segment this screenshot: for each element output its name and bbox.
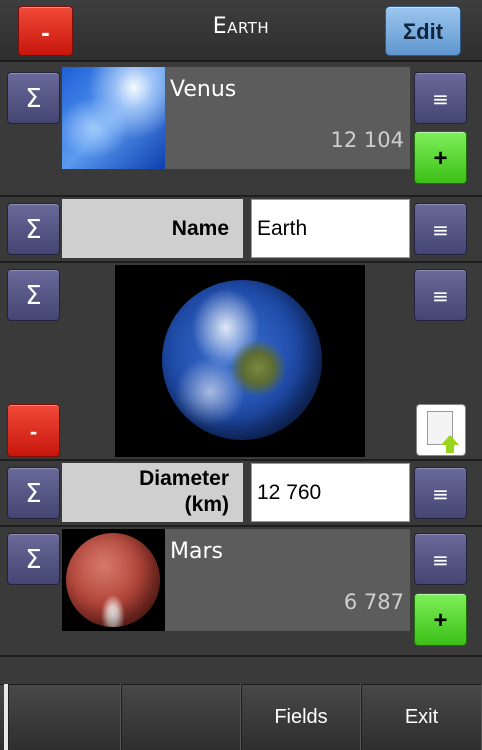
sigma-button[interactable]: Σ bbox=[7, 467, 60, 519]
divider bbox=[0, 655, 482, 657]
menu-button[interactable]: ≡ bbox=[414, 467, 467, 519]
diameter-label: Diameter (km) bbox=[62, 463, 243, 522]
upload-arrow-stem bbox=[446, 445, 454, 453]
tab-1[interactable] bbox=[8, 684, 121, 750]
mars-thumbnail bbox=[66, 533, 160, 627]
upload-arrow-icon bbox=[441, 435, 459, 445]
fields-button[interactable]: Fields bbox=[241, 684, 361, 750]
mars-diameter: 6 787 bbox=[343, 590, 404, 614]
diameter-field[interactable]: 12 760 bbox=[251, 463, 410, 522]
exit-button[interactable]: Exit bbox=[361, 684, 482, 750]
add-button[interactable]: + bbox=[414, 593, 467, 646]
menu-button[interactable]: ≡ bbox=[414, 72, 467, 124]
add-button[interactable]: + bbox=[414, 131, 467, 184]
name-label: Name bbox=[62, 199, 243, 258]
divider bbox=[0, 261, 482, 263]
name-field[interactable]: Earth bbox=[251, 199, 410, 258]
menu-button[interactable]: ≡ bbox=[414, 533, 467, 585]
venus-name: Venus bbox=[170, 77, 237, 102]
tab-2[interactable] bbox=[121, 684, 241, 750]
divider bbox=[0, 525, 482, 527]
divider bbox=[0, 459, 482, 461]
sigma-button[interactable]: Σ bbox=[7, 269, 60, 321]
sigma-button[interactable]: Σ bbox=[7, 72, 60, 124]
edit-button[interactable]: Σdit bbox=[385, 6, 461, 56]
menu-button[interactable]: ≡ bbox=[414, 269, 467, 321]
mars-name: Mars bbox=[170, 539, 223, 564]
delete-image-button[interactable]: - bbox=[7, 404, 60, 457]
menu-button[interactable]: ≡ bbox=[414, 203, 467, 255]
venus-diameter: 12 104 bbox=[330, 128, 404, 152]
venus-thumbnail bbox=[62, 67, 165, 169]
sigma-button[interactable]: Σ bbox=[7, 203, 60, 255]
earth-image bbox=[162, 280, 322, 440]
sigma-button[interactable]: Σ bbox=[7, 533, 60, 585]
divider bbox=[0, 195, 482, 197]
upload-image-icon[interactable] bbox=[416, 404, 466, 456]
